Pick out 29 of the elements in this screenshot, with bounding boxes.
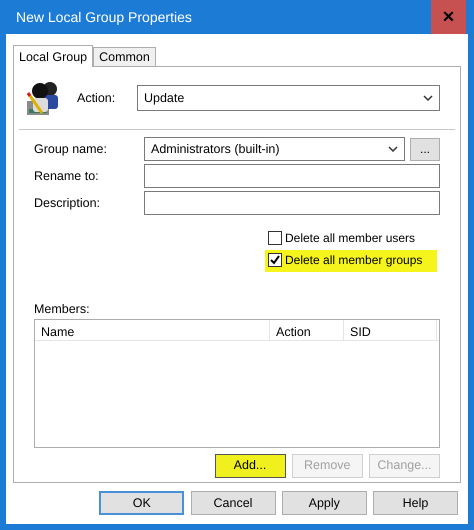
field-label: Description: [34, 194, 101, 212]
dialog-button[interactable]: Help [373, 491, 458, 515]
field-label: Rename to: [34, 168, 100, 185]
checkbox-label: Delete all member users [285, 230, 416, 247]
browse-button[interactable]: ... [410, 138, 440, 160]
tab[interactable]: Local Group [13, 45, 94, 67]
column-header[interactable]: Action [270, 320, 344, 340]
text-field[interactable] [144, 191, 440, 216]
chevron-down-icon [423, 95, 433, 101]
window-title: New Local Group Properties [15, 8, 192, 27]
member-button[interactable]: Add... [214, 454, 286, 478]
dialog-button[interactable]: Apply [282, 491, 367, 515]
column-header[interactable]: SID [344, 320, 437, 340]
tab[interactable]: Common [93, 47, 156, 66]
dialog-button[interactable]: Cancel [190, 491, 276, 515]
field-label: Group name: [34, 140, 108, 158]
column-header[interactable]: Name [35, 320, 270, 340]
dialog-button[interactable]: OK [99, 491, 184, 515]
text-field[interactable] [144, 164, 440, 188]
close-button[interactable]: × [431, 0, 466, 34]
action-dropdown[interactable]: Update [137, 85, 440, 111]
users-icon [24, 79, 60, 117]
checkbox[interactable] [268, 252, 282, 267]
field-label: Action: [77, 90, 116, 107]
checkbox[interactable] [268, 230, 282, 245]
section-label: Members: [34, 300, 91, 318]
chevron-down-icon [388, 146, 398, 152]
group-name-dropdown[interactable]: Administrators (built-in) [144, 137, 405, 161]
members-list[interactable]: Name Action SID [34, 318, 440, 448]
